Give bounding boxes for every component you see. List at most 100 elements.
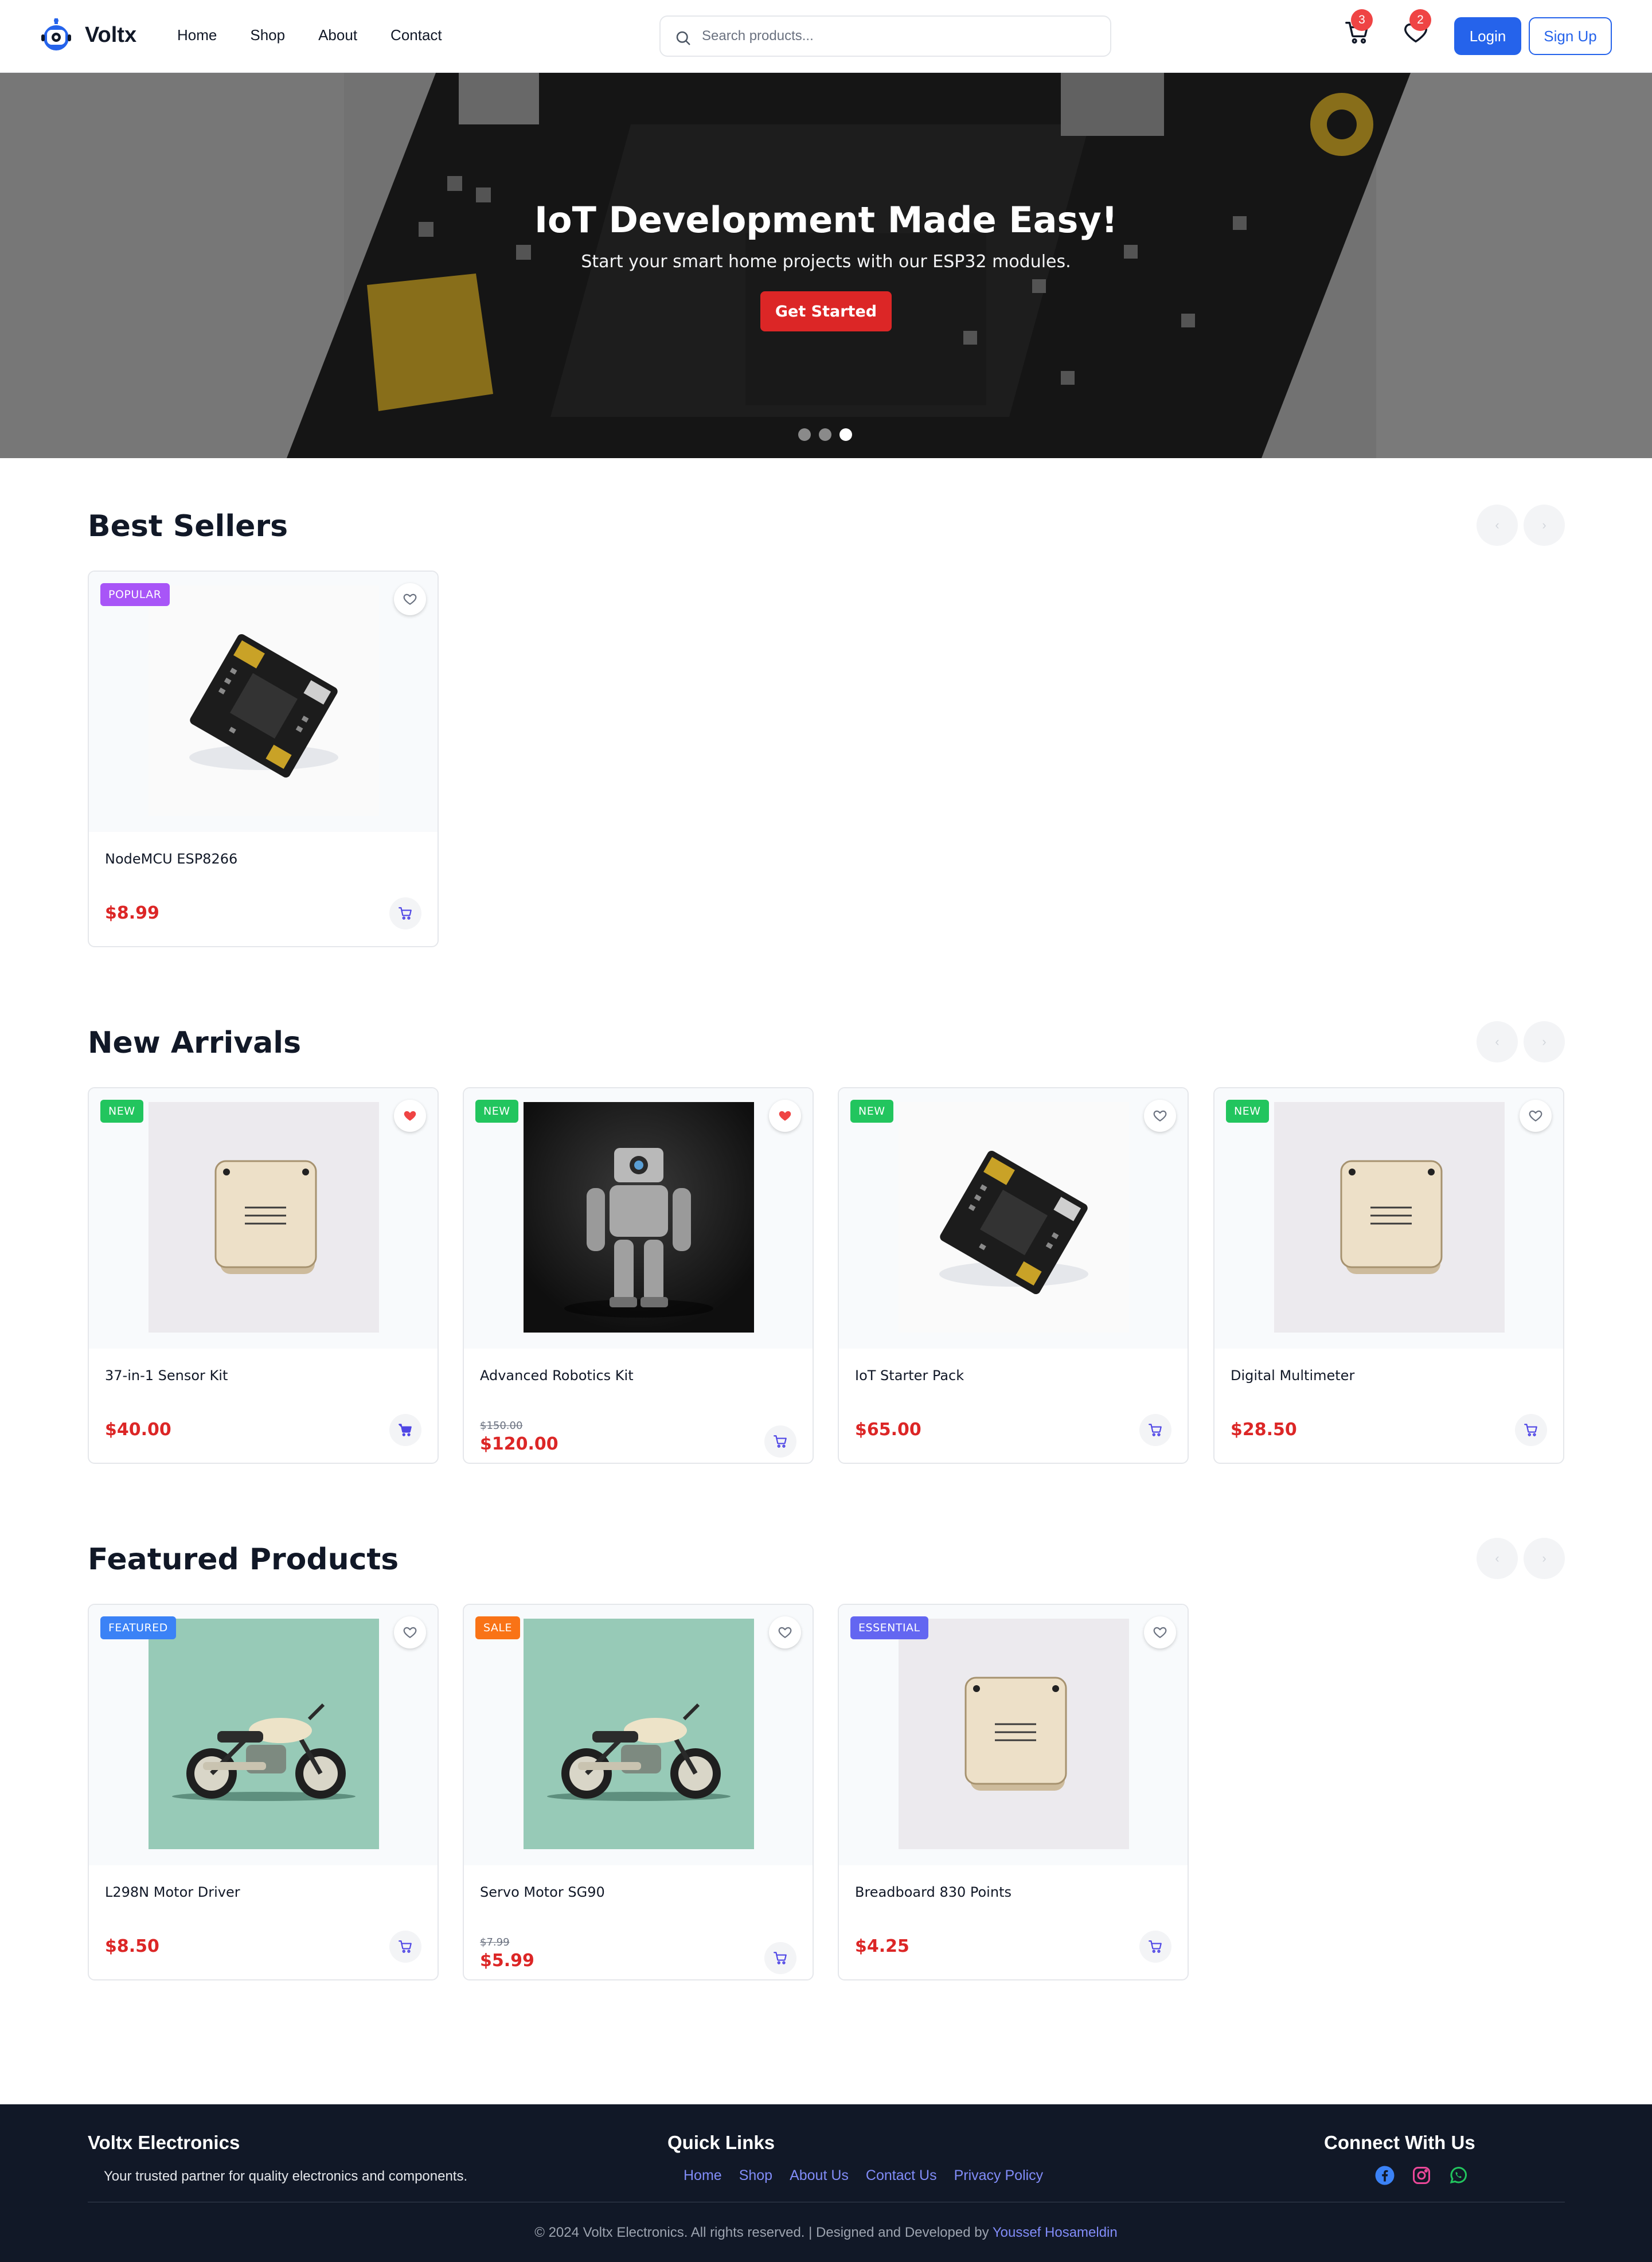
nav-about[interactable]: About <box>318 26 357 44</box>
heart-outline-icon <box>1153 1110 1167 1122</box>
social-links <box>1374 2165 1469 2186</box>
chevron-right-icon: › <box>1542 1551 1546 1565</box>
product-image-area <box>89 1088 438 1349</box>
section-title-featured-products: Featured Products <box>88 1542 399 1577</box>
footer-link-privacy[interactable]: Privacy Policy <box>954 2167 1044 2184</box>
footer-link-home[interactable]: Home <box>684 2167 722 2184</box>
product-card[interactable]: NEW 37-in-1 Sensor Kit $40.00 <box>88 1087 439 1464</box>
facebook-icon[interactable] <box>1374 2165 1395 2186</box>
cart-icon <box>774 1435 787 1448</box>
site-footer: Voltx Electronics Your trusted partner f… <box>0 2104 1652 2262</box>
wishlist-toggle[interactable] <box>1520 1100 1552 1132</box>
wishlist-toggle[interactable] <box>769 1100 801 1132</box>
heart-outline-icon <box>1153 1627 1167 1638</box>
product-card[interactable]: POPULAR NodeMCU ESP8266 $8.99 <box>88 571 439 947</box>
brand-logo[interactable]: Voltx <box>40 18 136 52</box>
whatsapp-icon[interactable] <box>1448 2165 1469 2186</box>
new-arrivals-prev-button[interactable]: ‹ <box>1477 1021 1518 1062</box>
wishlist-toggle[interactable] <box>1144 1100 1176 1132</box>
product-price: $5.99 <box>480 1951 534 1971</box>
footer-link-contact[interactable]: Contact Us <box>866 2167 937 2184</box>
hero-subtitle: Start your smart home projects with our … <box>581 252 1071 272</box>
footer-about-text: Your trusted partner for quality electro… <box>104 2169 468 2184</box>
product-name[interactable]: Advanced Robotics Kit <box>480 1368 634 1384</box>
wishlist-toggle[interactable] <box>394 583 426 615</box>
wishlist-toggle[interactable] <box>394 1100 426 1132</box>
product-image-area <box>464 1088 813 1349</box>
featured-prev-button[interactable]: ‹ <box>1477 1538 1518 1579</box>
circuit-board-image <box>149 585 379 816</box>
add-to-cart-button[interactable] <box>1515 1414 1547 1446</box>
robot-logo-icon <box>41 18 71 50</box>
product-card[interactable]: FEATURED L298N Motor Driver $8.50 <box>88 1604 439 1980</box>
copyright-notice: © 2024 Voltx Electronics. All rights res… <box>534 2225 989 2240</box>
wishlist-toggle[interactable] <box>1144 1616 1176 1648</box>
wishlist-toggle[interactable] <box>769 1616 801 1648</box>
footer-link-about[interactable]: About Us <box>790 2167 849 2184</box>
login-button[interactable]: Login <box>1454 17 1521 55</box>
featured-badge: FEATURED <box>100 1616 176 1639</box>
product-name[interactable]: IoT Starter Pack <box>855 1368 964 1384</box>
beige-device-image <box>1274 1102 1505 1333</box>
product-name[interactable]: Servo Motor SG90 <box>480 1884 605 1900</box>
best-sellers-next-button[interactable]: › <box>1524 505 1565 546</box>
add-to-cart-button[interactable] <box>1139 1414 1171 1446</box>
product-card[interactable]: NEW Advanced Robotics Kit $150.00 $120.0… <box>463 1087 814 1464</box>
carousel-dot-2[interactable] <box>819 428 831 441</box>
product-price: $65.00 <box>855 1420 921 1440</box>
add-to-cart-button[interactable] <box>764 1425 796 1458</box>
carousel-dot-3[interactable] <box>839 428 852 441</box>
product-image-area <box>89 572 438 832</box>
nav-contact[interactable]: Contact <box>390 26 442 44</box>
product-name[interactable]: Breadboard 830 Points <box>855 1884 1011 1900</box>
heart-outline-icon <box>403 593 417 605</box>
instagram-icon[interactable] <box>1411 2165 1432 2186</box>
product-price: $120.00 <box>480 1434 559 1454</box>
add-to-cart-button[interactable] <box>764 1942 796 1974</box>
beige-device-image <box>899 1619 1129 1849</box>
author-link[interactable]: Youssef Hosameldin <box>993 2225 1118 2240</box>
product-card[interactable]: SALE Servo Motor SG90 $7.99 $5.99 <box>463 1604 814 1980</box>
popular-badge: POPULAR <box>100 583 170 606</box>
product-card[interactable]: ESSENTIAL Breadboard 830 Points $4.25 <box>838 1604 1189 1980</box>
signup-button[interactable]: Sign Up <box>1529 17 1612 55</box>
add-to-cart-button[interactable] <box>389 1931 421 1963</box>
product-name[interactable]: Digital Multimeter <box>1231 1368 1354 1384</box>
heart-filled-icon <box>779 1111 791 1121</box>
product-name[interactable]: NodeMCU ESP8266 <box>105 851 237 867</box>
product-name[interactable]: 37-in-1 Sensor Kit <box>105 1368 228 1384</box>
get-started-button[interactable]: Get Started <box>760 291 892 331</box>
footer-quick-links: Home Shop About Us Contact Us Privacy Po… <box>684 2167 1043 2184</box>
site-header: Voltx Home Shop About Contact 3 2 Login … <box>0 0 1652 73</box>
footer-social-title: Connect With Us <box>1324 2132 1475 2153</box>
nav-home[interactable]: Home <box>177 26 217 44</box>
cart-icon <box>1149 1424 1162 1436</box>
nav-shop[interactable]: Shop <box>250 26 285 44</box>
product-card[interactable]: NEW Digital Multimeter $28.50 <box>1213 1087 1564 1464</box>
motorcycle-image <box>524 1619 754 1849</box>
original-price: $150.00 <box>480 1420 523 1432</box>
sale-badge: SALE <box>475 1616 521 1639</box>
section-title-best-sellers: Best Sellers <box>88 509 288 544</box>
product-card[interactable]: NEW IoT Starter Pack $65.00 <box>838 1087 1189 1464</box>
carousel-dots <box>798 428 852 441</box>
chevron-right-icon: › <box>1542 518 1546 532</box>
search-input[interactable] <box>702 25 1092 48</box>
best-sellers-prev-button[interactable]: ‹ <box>1477 505 1518 546</box>
product-image-area <box>839 1088 1188 1349</box>
new-arrivals-next-button[interactable]: › <box>1524 1021 1565 1062</box>
wishlist-toggle[interactable] <box>394 1616 426 1648</box>
featured-next-button[interactable]: › <box>1524 1538 1565 1579</box>
add-to-cart-button[interactable] <box>389 897 421 929</box>
cart-button[interactable]: 3 <box>1344 9 1378 54</box>
add-to-cart-button[interactable] <box>1139 1931 1171 1963</box>
wishlist-button[interactable]: 2 <box>1403 9 1437 54</box>
add-to-cart-button[interactable] <box>389 1414 421 1446</box>
cart-icon <box>1149 1940 1162 1953</box>
product-name[interactable]: L298N Motor Driver <box>105 1884 240 1900</box>
footer-link-shop[interactable]: Shop <box>739 2167 772 2184</box>
chevron-left-icon: ‹ <box>1495 518 1499 532</box>
carousel-dot-1[interactable] <box>798 428 811 441</box>
product-price: $28.50 <box>1231 1420 1297 1440</box>
footer-links-title: Quick Links <box>667 2132 775 2153</box>
